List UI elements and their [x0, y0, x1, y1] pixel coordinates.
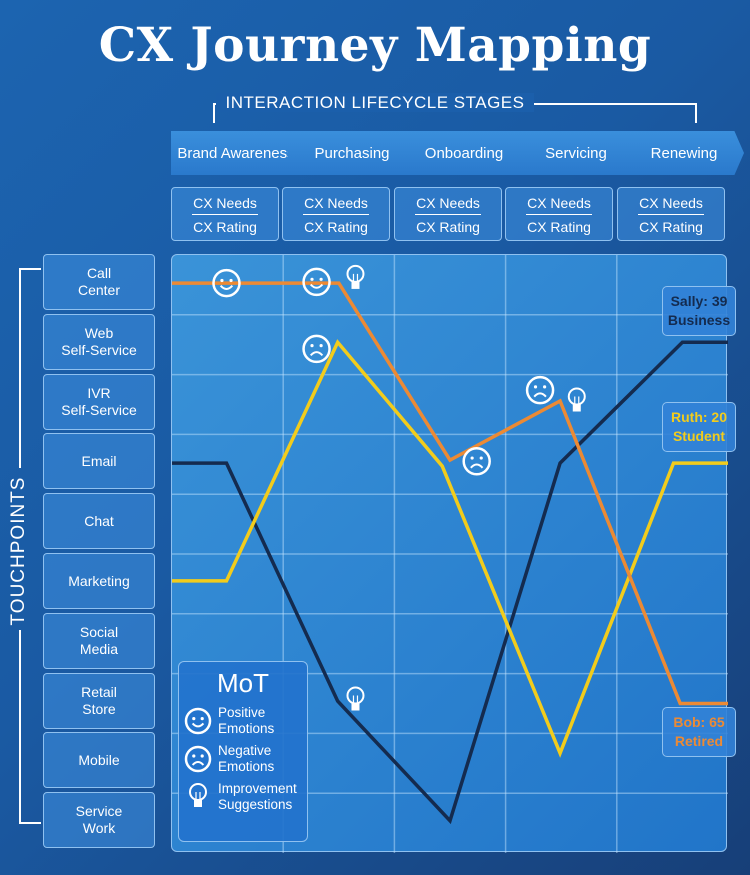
- stages-label: INTERACTION LIFECYCLE STAGES: [0, 93, 750, 113]
- stage-brand-awareness: Brand Awareness: [171, 131, 301, 175]
- cx-needs-box: CX Needs CX Rating: [171, 187, 279, 241]
- touchpoint-item: Social Media: [43, 612, 155, 669]
- touchpoint-item: Service Work: [43, 792, 155, 849]
- frown-icon: [184, 745, 212, 773]
- touchpoint-item: Mobile: [43, 732, 155, 789]
- bracket-line: [19, 630, 21, 823]
- bulb-icon: [346, 264, 365, 289]
- stage-servicing: Servicing: [512, 131, 640, 175]
- persona-label-sally: Sally: 39 Business: [662, 286, 736, 336]
- bulb-icon: [189, 783, 207, 807]
- legend-negative: Negative Emotions: [184, 743, 307, 775]
- bulb-icon: [346, 686, 365, 711]
- page-title: CX Journey Mapping: [98, 18, 652, 73]
- frown-icon: [525, 375, 555, 405]
- bracket-line: [19, 822, 41, 824]
- legend-improvement: Improvement Suggestions: [184, 781, 307, 813]
- frown-icon: [302, 334, 331, 364]
- cx-needs-box: CX Needs CX Rating: [505, 187, 613, 241]
- touchpoint-item: Web Self-Service: [43, 313, 155, 370]
- touchpoint-item: Call Center: [43, 254, 155, 310]
- persona-line-retired: [172, 281, 728, 706]
- smile-icon: [184, 707, 212, 735]
- bracket-line: [19, 268, 41, 270]
- cx-needs-box: CX Needs CX Rating: [394, 187, 502, 241]
- legend-title: MoT: [217, 668, 269, 698]
- stage-purchasing: Purchasing: [288, 131, 416, 175]
- persona-label-ruth: Ruth: 20 Student: [662, 402, 736, 452]
- legend-positive: Positive Emotions: [184, 705, 307, 737]
- cx-needs-box: CX Needs CX Rating: [617, 187, 725, 241]
- touchpoint-item: Email: [43, 433, 155, 490]
- touchpoint-item: Chat: [43, 493, 155, 550]
- stage-onboarding: Onboarding: [400, 131, 528, 175]
- bulb-icon: [567, 387, 586, 412]
- frown-icon: [462, 447, 491, 476]
- touchpoint-item: Marketing: [43, 553, 155, 609]
- stage-renewing: Renewing: [624, 131, 744, 175]
- bracket-line: [19, 268, 21, 468]
- touchpoint-item: Retail Store: [43, 672, 155, 729]
- touchpoints-label: TOUCHPOINTS: [8, 476, 29, 626]
- persona-label-bob: Bob: 65 Retired: [662, 707, 736, 757]
- mot-legend: MoT Positive Emotions Negative Emotions …: [178, 661, 308, 842]
- touchpoint-item: IVR Self-Service: [43, 373, 155, 430]
- cx-needs-box: CX Needs CX Rating: [282, 187, 390, 241]
